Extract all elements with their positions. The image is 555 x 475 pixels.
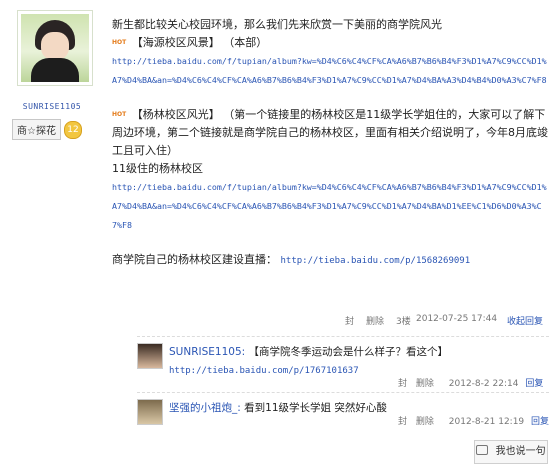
link2[interactable]: http://tieba.baidu.com/f/tupian/album?kw… — [112, 178, 549, 235]
speech-bubble-icon — [476, 445, 489, 455]
avatar-shirt — [31, 58, 79, 82]
reply-2-meta: 封 删除 2012-8-21 12:19 回复 — [398, 414, 549, 427]
say-something-button[interactable]: 我也说一句 — [474, 440, 548, 464]
reply-1-meta: 封 删除 2012-8-2 22:14 回复 — [398, 376, 543, 389]
seal-link[interactable]: 封 — [345, 314, 354, 327]
reply-1-delete[interactable]: 删除 — [416, 379, 434, 389]
collapse-replies-link[interactable]: 收起回复 — [507, 314, 543, 327]
author-avatar-frame[interactable] — [17, 10, 93, 86]
reply-2-delete[interactable]: 删除 — [416, 417, 434, 427]
author-avatar[interactable] — [21, 14, 89, 82]
post-content: 新生都比较关心校园环境，那么我们先来欣赏一下美丽的商学院风光 HOT 【海源校区… — [112, 16, 549, 270]
post-line1: 新生都比较关心校园环境，那么我们先来欣赏一下美丽的商学院风光 — [112, 18, 442, 31]
hot-icon-2: HOT — [112, 111, 127, 118]
live-label: 商学院自己的杨林校区建设直播： — [112, 253, 277, 266]
reply-1-reply-link[interactable]: 回复 — [525, 379, 543, 389]
section1-note: （本部） — [223, 36, 268, 49]
floor-label: 3楼 — [396, 317, 411, 327]
live-line: 商学院自己的杨林校区建设直播： http://tieba.baidu.com/p… — [112, 251, 549, 270]
reply-1-user[interactable]: SUNRISE1105: — [169, 346, 245, 358]
reply-1-text: SUNRISE1105: 【商学院冬季运动会是什么样子？看这个】 http://… — [169, 343, 549, 380]
reply-2-seal[interactable]: 封 — [398, 417, 407, 427]
reply-1-link[interactable]: http://tieba.baidu.com/p/1767101637 — [169, 366, 359, 376]
author-panel: SUNRISE1105 商☆探花 12 — [8, 10, 96, 140]
section1-title-line: HOT 【海源校区风景】 （本部） — [112, 34, 549, 52]
badge-level-icon: 12 — [63, 120, 82, 139]
hot-icon: HOT — [112, 39, 127, 46]
link2-anchor[interactable]: http://tieba.baidu.com/f/tupian/album?kw… — [112, 182, 547, 230]
author-username[interactable]: SUNRISE1105 — [8, 102, 96, 111]
reply-2-body: 看到11级学长学姐 突然好心酸 — [244, 402, 387, 414]
section2-title: 【杨林校区风光】 — [131, 108, 220, 121]
reply-2-avatar[interactable] — [137, 399, 163, 425]
delete-link[interactable]: 删除 — [366, 314, 384, 327]
reply-2-reply-link[interactable]: 回复 — [531, 417, 549, 427]
say-button-label: 我也说一句 — [495, 446, 546, 457]
post-time: 2012-07-25 17:44 — [416, 314, 498, 324]
line-11: 11级住的杨林校区 — [112, 162, 203, 175]
reply-divider-top — [137, 336, 549, 337]
badge-name[interactable]: 商☆探花 — [12, 119, 61, 140]
reply-1-avatar[interactable] — [137, 343, 163, 369]
live-link[interactable]: http://tieba.baidu.com/p/1568269091 — [281, 256, 471, 266]
section2-line: HOT 【杨林校区风光】 （第一个链接里的杨林校区是11级学长学姐住的，大家可以… — [112, 106, 549, 160]
reply-1-seal[interactable]: 封 — [398, 379, 407, 389]
link1-anchor[interactable]: http://tieba.baidu.com/f/tupian/album?kw… — [112, 56, 547, 85]
author-badge[interactable]: 商☆探花 12 — [12, 119, 96, 140]
section1-title: 【海源校区风景】 — [131, 36, 220, 49]
reply-2-user[interactable]: 坚强的小祖炮_: — [169, 402, 241, 414]
avatar-face — [41, 32, 69, 60]
link1[interactable]: http://tieba.baidu.com/f/tupian/album?kw… — [112, 52, 549, 90]
reply-1-body: 【商学院冬季运动会是什么样子？看这个】 — [248, 346, 449, 358]
reply-divider-mid — [137, 392, 549, 393]
reply-1-time: 2012-8-2 22:14 — [448, 379, 519, 389]
reply-2-time: 2012-8-21 12:19 — [448, 417, 525, 427]
